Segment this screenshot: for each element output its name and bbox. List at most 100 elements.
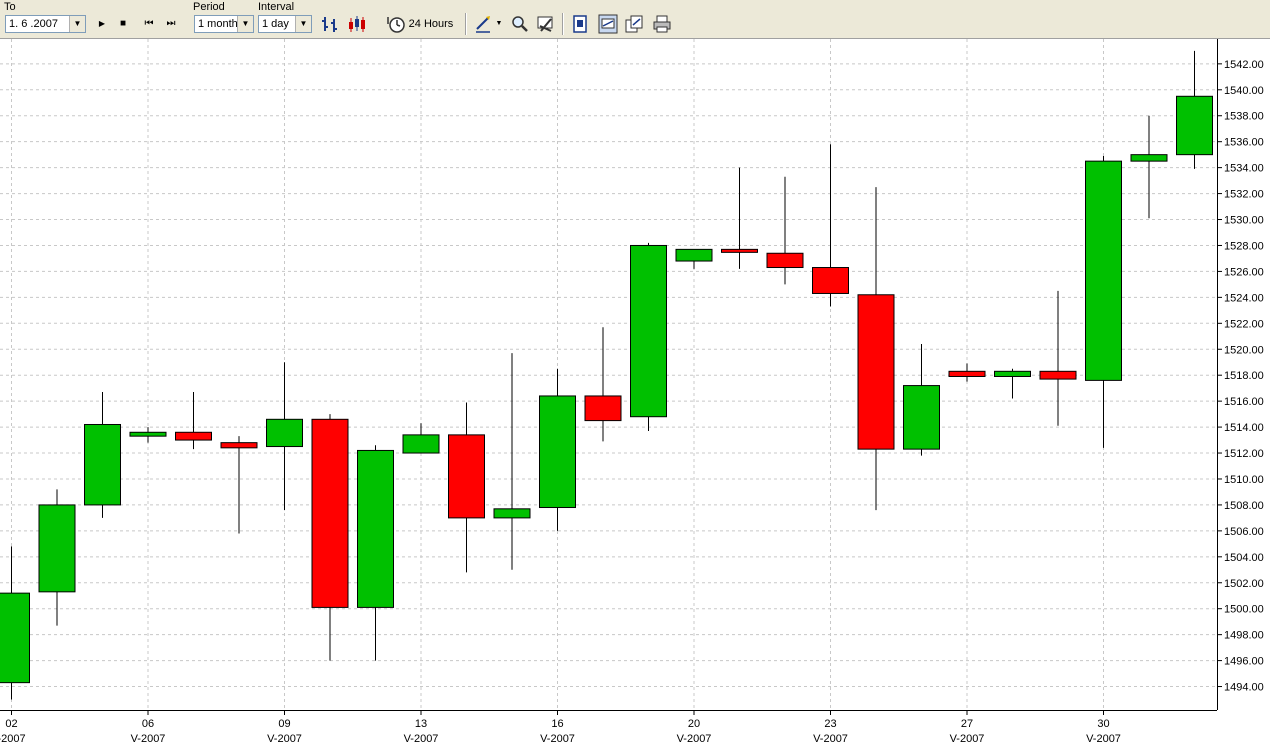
x-tick-day: 13 — [415, 718, 427, 730]
candle-body-up — [1130, 154, 1168, 162]
candle — [539, 368, 576, 531]
y-tick-label: 1516.00 — [1224, 396, 1264, 408]
candle — [175, 392, 212, 450]
y-tick-label: 1502.00 — [1224, 578, 1264, 590]
y-tick-label: 1526.00 — [1224, 266, 1264, 278]
candle-body-down — [857, 294, 895, 450]
x-tick-month: -2007 — [0, 733, 26, 742]
settings-icon[interactable] — [536, 14, 556, 34]
x-tick-month: V-2007 — [131, 733, 166, 742]
candle-body-down — [311, 418, 349, 608]
candle-body-down — [584, 395, 622, 422]
x-tick-month: V-2007 — [813, 733, 848, 742]
y-tick-label: 1540.00 — [1224, 85, 1264, 97]
candle-body-up — [675, 248, 713, 262]
candle-body-up — [1085, 160, 1122, 381]
candle — [402, 423, 440, 454]
candle — [630, 242, 667, 431]
chevron-down-icon[interactable]: ▼ — [69, 16, 85, 32]
y-tick-label: 1504.00 — [1224, 552, 1264, 564]
bar-chart-icon[interactable] — [320, 14, 340, 34]
candle — [311, 414, 349, 661]
export-icon[interactable] — [570, 14, 590, 34]
print-icon[interactable] — [652, 14, 672, 34]
candle-body-down — [948, 370, 986, 377]
toolbar-separator — [465, 13, 467, 35]
candle — [357, 445, 394, 661]
x-tick-day: 02 — [5, 718, 17, 730]
candle — [994, 368, 1031, 399]
candle — [0, 546, 30, 700]
y-tick-label: 1514.00 — [1224, 422, 1264, 434]
y-tick-label: 1500.00 — [1224, 604, 1264, 616]
chart-window-icon[interactable] — [598, 14, 618, 34]
candle — [857, 187, 895, 511]
period-value: 1 month — [198, 18, 238, 30]
clock-icon[interactable] — [386, 14, 406, 34]
y-tick-label: 1512.00 — [1224, 448, 1264, 460]
candlestick-chart: 1494.00 1496.00 1498.00 1500.00 1502.00 1504.… — [0, 39, 1264, 742]
y-tick-label: 1534.00 — [1224, 163, 1264, 175]
candle-body-down — [721, 248, 758, 253]
chevron-down-icon[interactable]: ▼ — [295, 16, 311, 32]
copy-icon[interactable] — [624, 14, 644, 34]
candle-body-down — [812, 267, 849, 294]
candle-body-down — [766, 252, 804, 269]
x-tick-day: 09 — [278, 718, 290, 730]
stop-icon[interactable]: ■ — [116, 14, 130, 34]
candle-chart-icon[interactable] — [348, 14, 368, 34]
candle — [721, 167, 758, 269]
y-tick-label: 1498.00 — [1224, 630, 1264, 642]
zoom-icon[interactable] — [510, 14, 530, 34]
chevron-down-icon[interactable]: ▼ — [494, 14, 504, 34]
chevron-down-icon[interactable]: ▼ — [237, 16, 253, 32]
candle-body-up — [903, 385, 940, 450]
candle-body-down — [448, 434, 485, 519]
candle-body-down — [220, 442, 258, 449]
24-hours-label[interactable]: 24 Hours — [406, 14, 456, 34]
candle — [766, 176, 804, 285]
x-tick-month: V-2007 — [1086, 733, 1121, 742]
candle — [129, 427, 167, 443]
candle — [584, 327, 622, 442]
candle-body-up — [38, 504, 76, 593]
x-tick-day: 20 — [688, 718, 700, 730]
interval-label: Interval — [258, 1, 295, 13]
candle — [448, 402, 485, 573]
candle — [1130, 115, 1168, 219]
y-tick-label: 1536.00 — [1224, 137, 1264, 149]
x-tick-month: V-2007 — [677, 733, 712, 742]
toolbar: To 1. 6 .2007 ▼ ▶ ■ ⏮ ⏭ Period 1 month ▼… — [0, 0, 1270, 39]
to-date-value: 1. 6 .2007 — [9, 18, 58, 30]
play-icon[interactable]: ▶ — [95, 14, 109, 34]
y-axis: 1494.00 1496.00 1498.00 1500.00 1502.00 1504.… — [1217, 39, 1264, 710]
y-tick-label: 1530.00 — [1224, 215, 1264, 227]
y-tick-label: 1538.00 — [1224, 111, 1264, 123]
skip-forward-icon[interactable]: ⏭ — [164, 14, 178, 34]
to-label: To — [4, 1, 16, 13]
candle-body-up — [84, 423, 121, 506]
x-tick-day: 30 — [1097, 718, 1109, 730]
candle-body-up — [493, 508, 531, 519]
y-tick-label: 1506.00 — [1224, 526, 1264, 538]
y-tick-label: 1522.00 — [1224, 318, 1264, 330]
candle — [948, 363, 986, 382]
candle — [812, 144, 849, 307]
y-tick-label: 1494.00 — [1224, 682, 1264, 694]
x-tick-month: V-2007 — [950, 733, 985, 742]
to-date-select[interactable]: 1. 6 .2007 ▼ — [5, 15, 86, 33]
candle-body-up — [129, 431, 167, 437]
candle — [675, 248, 713, 269]
period-label: Period — [193, 1, 225, 13]
candle-body-up — [357, 449, 394, 608]
draw-tool-icon[interactable] — [474, 14, 494, 34]
interval-select[interactable]: 1 day ▼ — [258, 15, 312, 33]
y-tick-label: 1496.00 — [1224, 656, 1264, 668]
candle-body-up — [0, 592, 30, 684]
x-tick-month: V-2007 — [267, 733, 302, 742]
period-select[interactable]: 1 month ▼ — [194, 15, 254, 33]
x-tick-month: V-2007 — [540, 733, 575, 742]
candle-body-up — [994, 370, 1031, 377]
skip-back-icon[interactable]: ⏮ — [142, 14, 156, 34]
y-tick-label: 1524.00 — [1224, 292, 1264, 304]
